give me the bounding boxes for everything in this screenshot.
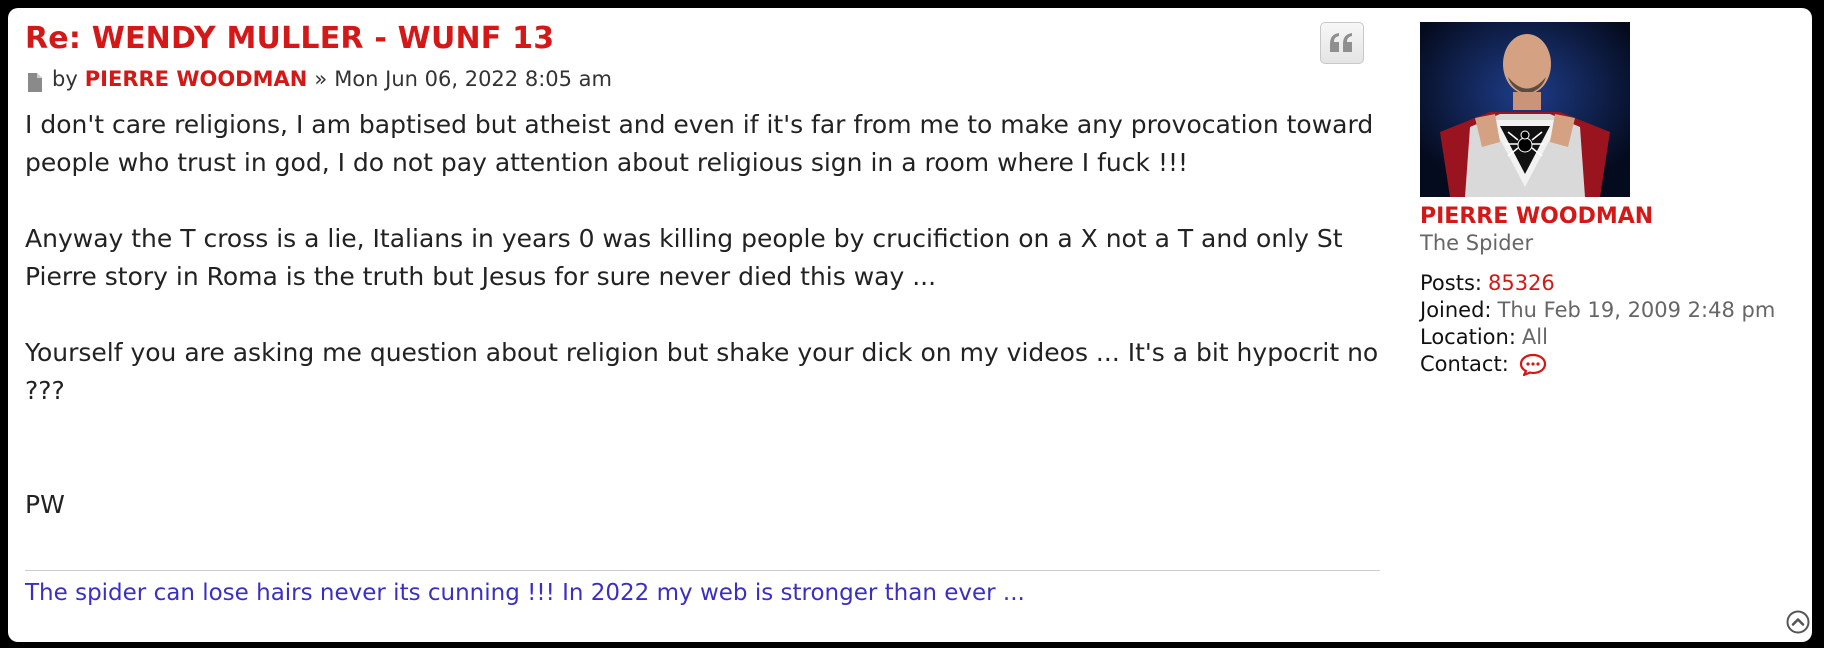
chevron-up-circle-icon[interactable] xyxy=(1786,610,1810,634)
avatar[interactable] xyxy=(1420,22,1630,197)
profile-details: Posts: 85326 Joined: Thu Feb 19, 2009 2:… xyxy=(1420,270,1810,378)
posts-label: Posts: xyxy=(1420,271,1482,295)
profile-joined-row: Joined: Thu Feb 19, 2009 2:48 pm xyxy=(1420,297,1810,324)
quote-icon xyxy=(1330,33,1352,52)
profile-location-row: Location: All xyxy=(1420,324,1810,351)
contact-label: Contact: xyxy=(1420,352,1509,376)
profile-rank: The Spider xyxy=(1420,231,1534,255)
post-author-line: by PIERRE WOODMAN » Mon Jun 06, 2022 8:0… xyxy=(25,64,1380,94)
location-label: Location: xyxy=(1420,325,1516,349)
separator: » xyxy=(314,67,328,91)
joined-label: Joined: xyxy=(1420,298,1492,322)
author-link[interactable]: PIERRE WOODMAN xyxy=(85,64,308,94)
quote-button[interactable] xyxy=(1320,22,1364,64)
post-content: I don't care religions, I am baptised bu… xyxy=(25,106,1380,524)
joined-value: Thu Feb 19, 2009 2:48 pm xyxy=(1497,298,1776,322)
post-paragraph: Yourself you are asking me question abou… xyxy=(25,338,1379,405)
post-title[interactable]: Re: WENDY MULLER - WUNF 13 xyxy=(25,20,1380,58)
post-profile: PIERRE WOODMAN The Spider Posts: 85326 J… xyxy=(1420,22,1810,378)
signature-divider xyxy=(25,570,1380,571)
speech-bubble-icon[interactable] xyxy=(1519,353,1547,377)
post-paragraph: I don't care religions, I am baptised bu… xyxy=(25,110,1374,177)
post-panel: Re: WENDY MULLER - WUNF 13 by PIERRE WOO… xyxy=(8,8,1812,642)
post-signature: The spider can lose hairs never its cunn… xyxy=(25,580,1025,606)
profile-username[interactable]: PIERRE WOODMAN xyxy=(1420,203,1810,230)
location-value: All xyxy=(1521,325,1548,349)
by-label: by xyxy=(52,67,78,91)
post-signoff: PW xyxy=(25,490,65,519)
document-icon[interactable] xyxy=(27,70,42,92)
profile-contact-row: Contact: xyxy=(1420,351,1810,378)
profile-posts-row: Posts: 85326 xyxy=(1420,270,1810,297)
post-body: Re: WENDY MULLER - WUNF 13 by PIERRE WOO… xyxy=(25,20,1380,524)
posts-count-link[interactable]: 85326 xyxy=(1488,270,1555,297)
post-date: Mon Jun 06, 2022 8:05 am xyxy=(334,67,612,91)
post-paragraph: Anyway the T cross is a lie, Italians in… xyxy=(25,224,1343,291)
